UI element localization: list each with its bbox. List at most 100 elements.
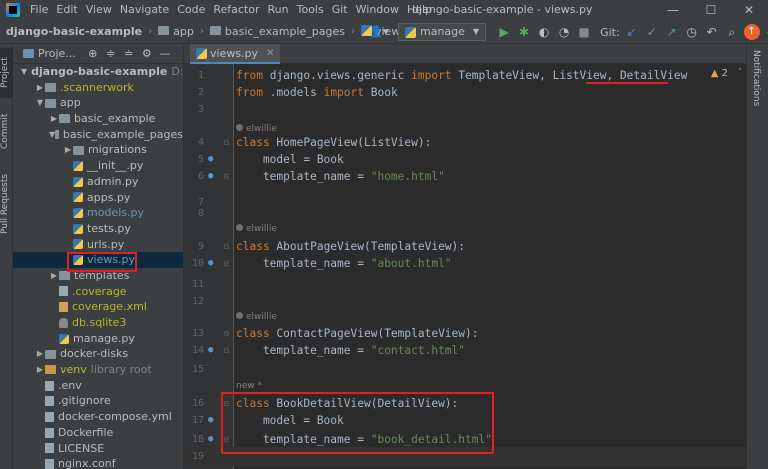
tree-item[interactable]: ▼ app — [13, 95, 183, 111]
python-file-icon — [73, 192, 83, 203]
menu-run[interactable]: Run — [264, 0, 293, 20]
menu-view[interactable]: View — [82, 0, 116, 20]
tree-item[interactable]: .gitignore — [13, 393, 183, 409]
tool-tab-notifications[interactable]: Notifications — [751, 50, 761, 106]
minimize-button[interactable]: — — [654, 0, 692, 20]
history-icon[interactable]: ◷ — [682, 22, 702, 42]
tree-item[interactable]: apps.py — [13, 190, 183, 206]
chevron-right-icon[interactable]: ▶ — [49, 268, 59, 284]
menu-code[interactable]: Code — [173, 0, 209, 20]
annotation-underline — [586, 82, 668, 84]
tree-item[interactable]: models.py — [13, 205, 183, 221]
tree-item[interactable]: urls.py — [13, 237, 183, 253]
code-line[interactable]: 8 — [184, 204, 746, 223]
menu-window[interactable]: Window — [352, 0, 403, 20]
line-number: 19 — [191, 451, 204, 462]
user-icon[interactable]: 👤▾ — [368, 23, 390, 41]
override-marker-icon[interactable]: ● — [208, 411, 213, 430]
fold-icon[interactable]: ⊟ — [224, 341, 229, 360]
tree-item[interactable]: .env — [13, 378, 183, 394]
code-line[interactable]: 6 ● ⊟ template_name = "home.html" — [184, 167, 746, 186]
run-icon[interactable]: ▶ — [494, 22, 514, 42]
code-line[interactable]: 3 — [184, 100, 746, 119]
tree-item[interactable]: docker-compose.yml — [13, 409, 183, 425]
override-marker-icon[interactable]: ● — [208, 341, 213, 360]
maximize-button[interactable]: ☐ — [692, 0, 730, 20]
tree-item-label: tests.py — [87, 221, 131, 235]
tree-item[interactable]: manage.py — [13, 331, 183, 347]
project-panel-title[interactable]: Proje... — [38, 47, 76, 60]
code-line[interactable]: 10 ● ⊟ template_name = "about.html" — [184, 254, 746, 273]
file-icon — [45, 443, 54, 454]
override-marker-icon[interactable]: ● — [208, 167, 213, 186]
code-line[interactable]: 12 — [184, 292, 746, 311]
gear-icon[interactable]: ⚙ — [138, 45, 156, 63]
breadcrumb-pages[interactable]: basic_example_pages — [207, 25, 348, 38]
menu-navigate[interactable]: Navigate — [116, 0, 173, 20]
breadcrumb-project[interactable]: django-basic-example — [0, 25, 145, 38]
close-icon[interactable]: ✕ — [266, 48, 274, 59]
tree-item[interactable]: tests.py — [13, 221, 183, 237]
menu-git[interactable]: Git — [328, 0, 352, 20]
editor-tab-views[interactable]: views.py ✕ — [190, 44, 281, 64]
tree-item[interactable]: __init__.py — [13, 158, 183, 174]
tool-tab-pull-requests[interactable]: Pull Requests — [0, 164, 13, 244]
git-update-icon[interactable]: ↙ — [622, 22, 642, 42]
tree-item[interactable]: Dockerfile — [13, 425, 183, 441]
search-everywhere-icon[interactable]: ⌕ — [722, 22, 742, 42]
tree-item[interactable]: db.sqlite3 — [13, 315, 183, 331]
menu-file[interactable]: File — [26, 0, 52, 20]
tree-item[interactable]: ▶ basic_example — [13, 111, 183, 127]
coverage-icon[interactable]: ◐ — [534, 22, 554, 42]
tool-tab-commit[interactable]: Commit — [0, 106, 13, 156]
chevron-right-icon[interactable]: ▶ — [35, 346, 45, 362]
tree-item[interactable]: ▶ .scannerwork — [13, 80, 183, 96]
breadcrumb-app[interactable]: app — [155, 25, 197, 38]
tree-item-label: docker-disks — [60, 347, 129, 361]
tree-item[interactable]: ▶ migrations — [13, 142, 183, 158]
git-commit-icon[interactable]: ✓ — [642, 22, 662, 42]
chevron-right-icon[interactable]: ▶ — [35, 362, 45, 378]
jetbrains-logo-icon[interactable]: ◆ — [762, 22, 768, 42]
tool-tab-project[interactable]: Project — [0, 48, 13, 98]
git-push-icon[interactable]: ↗ — [662, 22, 682, 42]
code-token: TemplateView, ListView, DetailView — [458, 69, 688, 82]
chevron-right-icon[interactable]: ▶ — [35, 80, 45, 96]
tree-item[interactable]: admin.py — [13, 174, 183, 190]
chevron-down-icon[interactable]: ▼ — [21, 64, 27, 80]
hide-panel-icon[interactable]: — — [156, 45, 174, 63]
chevron-right-icon[interactable]: ▶ — [63, 142, 73, 158]
folder-icon — [59, 271, 70, 281]
expand-all-icon[interactable]: ≑ — [102, 45, 120, 63]
collapse-all-icon[interactable]: ≐ — [120, 45, 138, 63]
fold-icon[interactable]: ⊟ — [224, 254, 229, 273]
tree-item[interactable]: ▼ django-basic-exampleD:\code\ — [13, 64, 183, 80]
code-line[interactable]: 15 — [184, 360, 746, 379]
close-button[interactable]: ✕ — [730, 0, 768, 20]
chevron-right-icon[interactable]: ▶ — [49, 111, 59, 127]
fold-icon[interactable]: ⊟ — [224, 167, 229, 186]
ide-updates-icon[interactable]: ↑ — [743, 24, 760, 40]
code-keyword: class — [236, 327, 277, 340]
tree-item[interactable]: .coverage — [13, 284, 183, 300]
tree-item[interactable]: coverage.xml — [13, 299, 183, 315]
locate-icon[interactable]: ⊕ — [84, 45, 102, 63]
run-config-selector[interactable]: manage ▼ — [398, 23, 487, 41]
menu-edit[interactable]: Edit — [52, 0, 81, 20]
debug-icon[interactable]: ✱ — [514, 22, 534, 42]
tree-item[interactable]: ▼ basic_example_pages — [13, 127, 183, 143]
profile-icon[interactable]: ◔ — [554, 22, 574, 42]
code-line[interactable]: 14 ● ⊟ template_name = "contact.html" — [184, 341, 746, 360]
tree-item[interactable]: ▶ docker-disks — [13, 346, 183, 362]
menu-tools[interactable]: Tools — [293, 0, 328, 20]
menu-bar: File Edit View Navigate Code Refactor Run Tools… — [0, 0, 768, 20]
rollback-icon[interactable]: ↶ — [702, 22, 722, 42]
tree-item[interactable]: LICENSE — [13, 441, 183, 457]
tree-item[interactable]: ▶ venv library root — [13, 362, 183, 378]
stop-icon[interactable]: ■ — [574, 22, 594, 42]
code-keyword: import — [411, 69, 459, 82]
tree-item[interactable]: nginx.conf — [13, 456, 183, 469]
menu-refactor[interactable]: Refactor — [209, 0, 263, 20]
override-marker-icon[interactable]: ● — [208, 254, 213, 273]
chevron-down-icon[interactable]: ▼ — [35, 95, 45, 111]
